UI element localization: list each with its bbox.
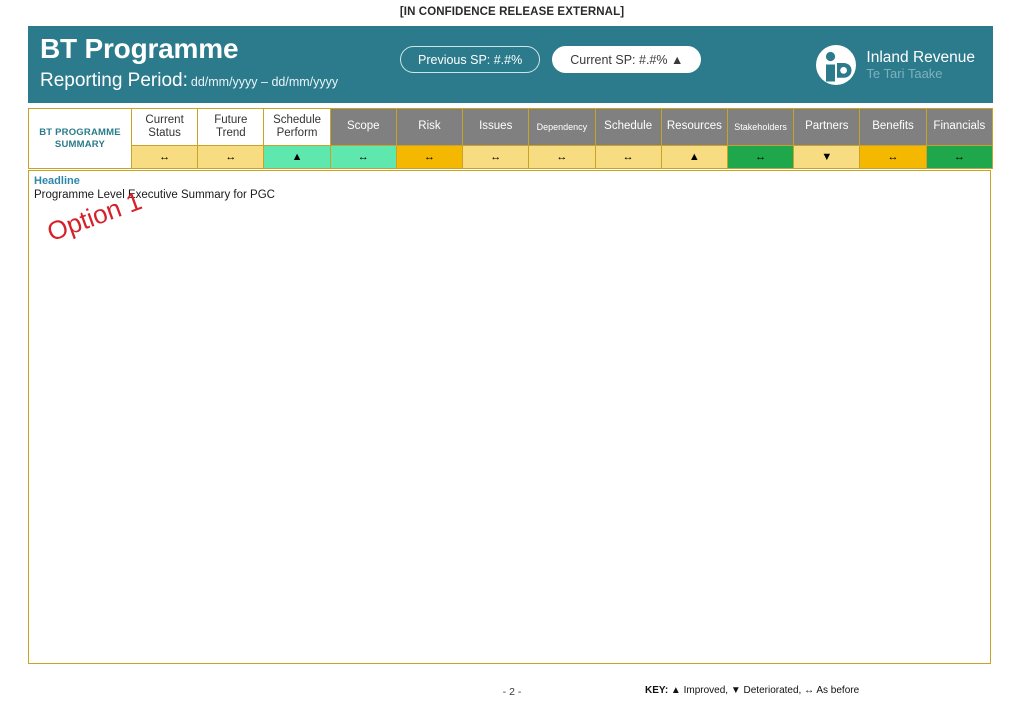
- classification-banner: [IN CONFIDENCE RELEASE EXTERNAL]: [399, 6, 625, 18]
- column-header-current-status[interactable]: Current Status: [130, 108, 199, 146]
- column-header-line1: Future: [214, 113, 248, 126]
- column-header-partners[interactable]: Partners: [793, 108, 861, 146]
- inland-revenue-logo: Inland Revenue Te Tari Taake: [815, 44, 975, 86]
- status-cell-schedule-perform[interactable]: ▲: [263, 145, 331, 169]
- reporting-period-dates: dd/mm/yyyy – dd/mm/yyyy: [190, 75, 339, 89]
- column-header-benefits[interactable]: Benefits: [859, 108, 927, 146]
- legend-key-text: ▲ Improved, ▼ Deteriorated, ↔ As before: [668, 685, 860, 696]
- column-header-future-trend[interactable]: Future Trend: [197, 108, 265, 146]
- corner-label-cell: BT PROGRAMME SUMMARY: [28, 108, 132, 169]
- column-header-risk[interactable]: Risk: [395, 108, 464, 146]
- column-header-line2: Perform: [276, 127, 318, 139]
- column-header-issues[interactable]: Issues: [462, 108, 530, 146]
- column-header-financials[interactable]: Financials: [925, 108, 994, 146]
- reporting-period-label: Reporting Period:: [40, 70, 188, 91]
- table-status-row: ↔ ↔ ▲ ↔ ↔ ↔ ↔ ↔ ▲ ↔ ▼ ↔ ↔: [29, 145, 994, 169]
- status-cell-resources[interactable]: ▲: [660, 145, 728, 169]
- column-header-line1: Schedule: [273, 113, 322, 126]
- column-header-dependency[interactable]: Dependency: [528, 108, 596, 146]
- column-header-line2: Status: [148, 127, 181, 139]
- sp-button-group: Previous SP: #.#% Current SP: #.#% ▲: [400, 46, 702, 73]
- status-cell-benefits[interactable]: ↔: [859, 145, 927, 169]
- page-title: BT Programme: [40, 33, 239, 64]
- status-cell-financials[interactable]: ↔: [925, 145, 994, 169]
- legend-key-label: KEY:: [645, 685, 669, 696]
- column-header-line2: Trend: [216, 127, 246, 139]
- corner-label-line1: BT PROGRAMME: [39, 126, 121, 138]
- status-cell-current-status[interactable]: ↔: [130, 145, 199, 169]
- status-cell-dependency[interactable]: ↔: [528, 145, 596, 169]
- headline-label: Headline: [34, 175, 80, 187]
- legend-key: KEY: ▲ Improved, ▼ Deteriorated, ↔ As be…: [645, 685, 859, 696]
- column-header-schedule[interactable]: Schedule: [594, 108, 662, 146]
- page-header: BT Programme Reporting Period: dd/mm/yyyy…: [28, 26, 993, 103]
- column-header-scope[interactable]: Scope: [329, 108, 397, 146]
- logo-subtitle: Te Tari Taake: [866, 65, 943, 81]
- status-cell-partners[interactable]: ▼: [793, 145, 861, 169]
- status-cell-schedule[interactable]: ↔: [594, 145, 662, 169]
- column-header-line1: Current: [145, 113, 184, 126]
- status-cell-risk[interactable]: ↔: [395, 145, 464, 169]
- corner-label-line2: SUMMARY: [54, 138, 106, 150]
- page-number: - 2 -: [502, 686, 522, 698]
- column-header-stakeholders[interactable]: Stakeholders: [726, 108, 795, 146]
- status-cell-scope[interactable]: ↔: [329, 145, 397, 169]
- headline-text: Programme Level Executive Summary for PG…: [34, 189, 275, 201]
- logo-name: Inland Revenue: [866, 48, 975, 66]
- status-cell-issues[interactable]: ↔: [462, 145, 530, 169]
- column-header-resources[interactable]: Resources: [660, 108, 728, 146]
- status-cell-future-trend[interactable]: ↔: [197, 145, 265, 169]
- current-sp-button[interactable]: Current SP: #.#% ▲: [552, 46, 702, 73]
- inland-revenue-logo-icon: [816, 45, 857, 85]
- table-header-row: BT PROGRAMME SUMMARY Current Status Futu…: [28, 108, 994, 169]
- column-header-schedule-perform[interactable]: Schedule Perform: [263, 108, 331, 146]
- previous-sp-button[interactable]: Previous SP: #.#%: [400, 46, 541, 73]
- status-summary-table: BT PROGRAMME SUMMARY Current Status Futu…: [28, 108, 994, 169]
- logo-text-block: Inland Revenue Te Tari Taake: [866, 48, 975, 81]
- status-cell-stakeholders[interactable]: ↔: [726, 145, 795, 169]
- reporting-period: Reporting Period: dd/mm/yyyy – dd/mm/yyyy: [40, 70, 338, 92]
- executive-summary-panel: Headline Programme Level Executive Summa…: [28, 170, 991, 664]
